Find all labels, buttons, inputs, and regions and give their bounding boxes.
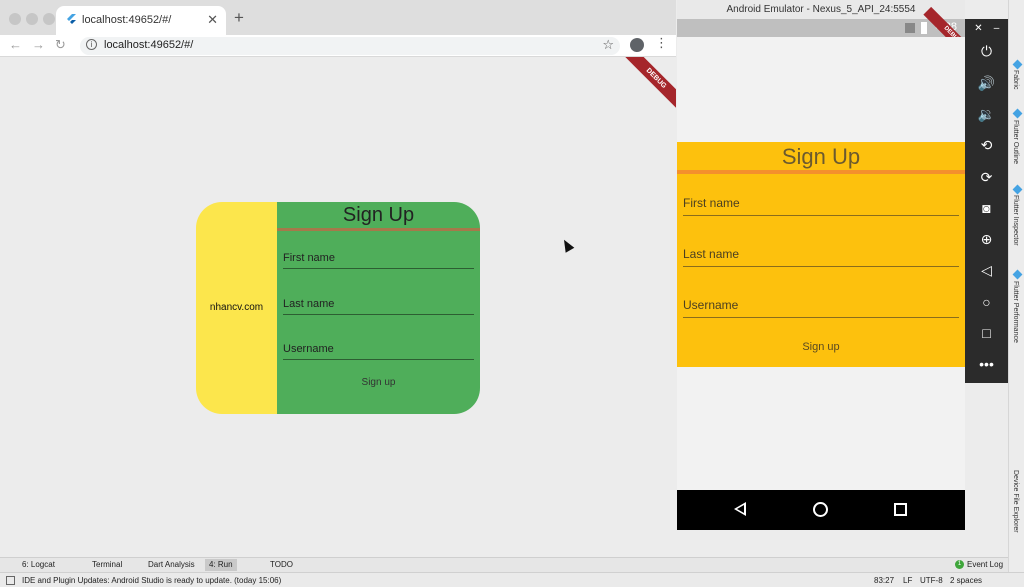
signup-form: Sign Up First name Last name Username Si… [277,202,480,414]
event-log-tab[interactable]: Event Log [967,560,1003,569]
first-name-field[interactable]: First name [283,249,474,269]
mobile-last-name-label: Last name [683,247,740,261]
volume-down-icon[interactable]: 🔉 [965,106,1008,123]
last-name-field[interactable]: Last name [283,295,474,315]
tool-tab-terminal[interactable]: Terminal [92,560,122,569]
tool-device-file-explorer[interactable]: Device File Explorer [1012,470,1019,533]
rotate-right-icon[interactable]: ⟳ [965,169,1008,186]
overview-button-icon[interactable]: □ [965,325,1008,341]
rotate-left-icon[interactable]: ⟲ [965,137,1008,154]
more-icon[interactable]: ••• [965,356,1008,372]
mobile-first-name-label: First name [683,196,740,210]
browser-window: localhost:49652/#/ ✕ + ← → ↻ i localhost… [0,0,676,556]
tool-flutter-performance[interactable]: Flutter Performance [1012,281,1019,343]
flutter-performance-icon [1012,269,1023,280]
card-sidebar: nhancv.com [196,202,277,414]
tool-flutter-outline[interactable]: Flutter Outline [1012,120,1019,164]
nav-home-icon[interactable] [813,502,828,517]
zoom-icon[interactable]: ⊕ [965,231,1008,248]
fabric-icon [1012,59,1023,70]
window-minimize-button[interactable] [26,13,38,25]
address-url: localhost:49652/#/ [104,39,194,51]
first-name-label: First name [283,252,335,264]
line-separator[interactable]: LF [903,576,912,585]
emulator-screen: Sign Up First name Last name Username Si… [677,37,965,490]
mobile-username-label: Username [683,298,739,312]
volume-up-icon[interactable]: 🔊 [965,75,1008,92]
window-maximize-button[interactable] [43,13,55,25]
android-emulator: Android Emulator - Nexus_5_API_24:5554 4… [677,0,981,530]
form-title: Sign Up [342,204,415,226]
flutter-outline-icon [1012,108,1023,119]
browser-tabbar: localhost:49652/#/ ✕ + [0,0,676,35]
tool-fabric[interactable]: Fabric [1012,70,1019,89]
menu-dots-icon[interactable]: ⋮ [655,35,668,51]
mobile-first-name-field[interactable]: First name [683,194,959,216]
event-count-badge: 1 [955,560,964,569]
signup-card: nhancv.com Sign Up First name Last name … [196,202,480,414]
indent-setting[interactable]: 2 spaces [950,576,982,585]
right-tool-strip: Fabric Flutter Outline Flutter Inspector… [1008,0,1024,587]
address-bar[interactable]: i localhost:49652/#/ ☆ [80,37,620,55]
android-nav-bar [677,490,965,530]
nav-back-icon[interactable] [734,502,746,516]
power-icon[interactable]: ⏻ [965,43,1008,60]
status-bar: IDE and Plugin Updates: Android Studio i… [0,572,1024,587]
site-label: nhancv.com [209,302,264,313]
tab-title: localhost:49652/#/ [82,14,172,26]
mobile-title-divider [677,170,965,174]
signal-icon [905,23,915,33]
mobile-last-name-field[interactable]: Last name [683,245,959,267]
username-label: Username [283,343,334,355]
tool-tab-dart-analysis[interactable]: Dart Analysis [148,560,195,569]
username-field[interactable]: Username [283,340,474,360]
mobile-username-field[interactable]: Username [683,296,959,318]
window-close-button[interactable] [9,13,21,25]
emulator-title: Android Emulator - Nexus_5_API_24:5554 [677,0,965,19]
emulator-controls: ✕ – ⏻ 🔊 🔉 ⟲ ⟳ ◙ ⊕ ◁ ○ □ ••• [965,19,1008,383]
caret-position[interactable]: 83:27 [874,576,894,585]
home-button-icon[interactable]: ○ [965,294,1008,310]
tool-window-bar: 6: Logcat Terminal Dart Analysis 4: Run … [0,557,1008,572]
status-message[interactable]: IDE and Plugin Updates: Android Studio i… [22,576,281,585]
battery-icon [921,22,927,34]
star-icon[interactable]: ☆ [602,37,614,53]
tab-close-icon[interactable]: ✕ [207,12,218,28]
info-icon[interactable]: i [86,39,97,50]
tool-tab-logcat[interactable]: 6: Logcat [22,560,55,569]
new-tab-button[interactable]: + [234,8,244,28]
flutter-icon [67,14,76,24]
nav-recents-icon[interactable] [894,503,907,516]
mobile-signup-form: Sign Up First name Last name Username Si… [677,142,965,367]
browser-tab[interactable]: localhost:49652/#/ ✕ [56,6,226,35]
title-divider [277,228,480,231]
debug-banner: DEBUG [617,57,676,118]
last-name-label: Last name [283,298,335,310]
camera-icon[interactable]: ◙ [965,200,1008,216]
back-button-icon[interactable]: ◁ [965,262,1008,279]
tool-tab-run[interactable]: 4: Run [205,559,237,571]
signup-button[interactable]: Sign up [337,377,420,388]
reload-icon[interactable]: ↻ [55,37,66,53]
flutter-inspector-icon [1012,184,1023,195]
browser-toolbar: ← → ↻ i localhost:49652/#/ ☆ ⋮ [0,35,676,57]
android-status-bar: 4:38 [677,19,965,37]
tool-tab-todo[interactable]: TODO [270,560,293,569]
mobile-signup-button[interactable]: Sign up [777,341,865,353]
tool-flutter-inspector[interactable]: Flutter Inspector [1012,195,1019,246]
profile-icon[interactable] [630,38,644,52]
mobile-form-title: Sign Up [781,144,861,169]
tool-windows-toggle-icon[interactable] [6,576,15,585]
back-icon[interactable]: ← [9,37,22,52]
file-encoding[interactable]: UTF-8 [920,576,943,585]
browser-viewport: DEBUG nhancv.com Sign Up First name Last… [0,57,676,556]
forward-icon[interactable]: → [32,37,45,52]
